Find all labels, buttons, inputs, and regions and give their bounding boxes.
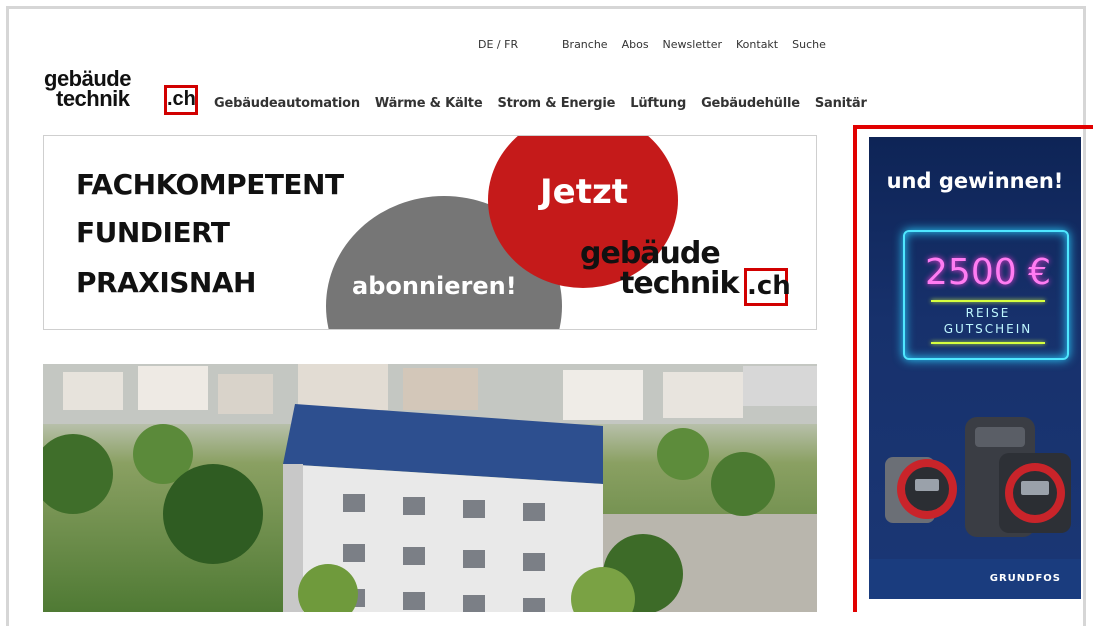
grundfos-ad[interactable]: und gewinnen! 2500 € REISE GUTSCHEIN GRU… — [869, 137, 1081, 599]
banner-logo-suffix: .ch — [744, 268, 791, 306]
nav-waerme-kaelte[interactable]: Wärme & Kälte — [375, 96, 483, 111]
ad-headline: und gewinnen! — [886, 169, 1064, 193]
top-link-newsletter[interactable]: Newsletter — [663, 38, 722, 51]
nav-lueftung[interactable]: Lüftung — [630, 96, 686, 111]
language-switch[interactable]: DE / FR — [478, 38, 518, 51]
top-links: Branche Abos Newsletter Kontakt Suche — [562, 38, 826, 51]
banner-cta-bottom: abonnieren! — [352, 272, 517, 300]
pump-product-icon — [885, 417, 1071, 537]
main-navigation: Gebäudeautomation Wärme & Kälte Strom & … — [214, 96, 867, 111]
banner-logo-line-2: technik — [620, 266, 739, 301]
banner-line-3: PRAXISNAH — [76, 266, 256, 299]
ad-brand-bar: GRUNDFOS — [869, 559, 1081, 599]
nav-strom-energie[interactable]: Strom & Energie — [497, 96, 615, 111]
logo-suffix: .ch — [164, 85, 198, 115]
ad-neon-sign: 2500 € REISE GUTSCHEIN — [903, 230, 1069, 360]
ad-line-a: REISE — [965, 306, 1011, 320]
nav-sanitaer[interactable]: Sanitär — [815, 96, 867, 111]
top-link-branche[interactable]: Branche — [562, 38, 608, 51]
banner-line-1: FACHKOMPETENT — [76, 168, 344, 201]
ad-neon-line-bottom — [931, 342, 1045, 344]
ad-neon-line-top — [931, 300, 1045, 302]
nav-gebaeudehuelle[interactable]: Gebäudehülle — [701, 96, 800, 111]
aerial-building-illustration — [43, 364, 817, 612]
top-link-kontakt[interactable]: Kontakt — [736, 38, 778, 51]
banner-cta-top: Jetzt — [540, 172, 629, 212]
top-link-suche[interactable]: Suche — [792, 38, 826, 51]
ad-line-b: GUTSCHEIN — [943, 322, 1033, 336]
ad-brand: GRUNDFOS — [989, 573, 1061, 584]
top-link-abos[interactable]: Abos — [622, 38, 649, 51]
nav-gebaeudeautomation[interactable]: Gebäudeautomation — [214, 96, 360, 111]
site-logo[interactable]: gebäude technik .ch — [44, 66, 204, 118]
banner-line-2: FUNDIERT — [76, 216, 230, 249]
article-hero-image[interactable] — [43, 364, 817, 612]
logo-line-2: technik — [56, 86, 130, 111]
subscription-banner[interactable]: FACHKOMPETENT FUNDIERT PRAXISNAH Jetzt a… — [43, 135, 817, 330]
ad-amount: 2500 € — [925, 252, 1051, 293]
